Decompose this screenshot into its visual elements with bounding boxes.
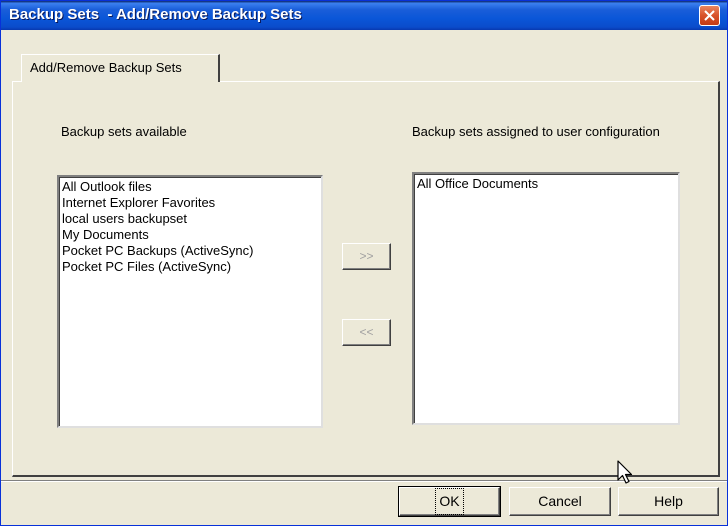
remove-button-label: <<	[359, 325, 374, 339]
cancel-button[interactable]: Cancel	[509, 487, 611, 516]
help-button-label: Help	[654, 493, 683, 509]
close-button[interactable]	[699, 5, 720, 26]
dialog-window: Backup Sets - Add/Remove Backup Sets Add…	[0, 0, 728, 526]
ok-button-label: OK	[435, 488, 464, 515]
list-item[interactable]: Pocket PC Files (ActiveSync)	[59, 259, 321, 275]
list-item[interactable]: My Documents	[59, 227, 321, 243]
list-item[interactable]: Internet Explorer Favorites	[59, 195, 321, 211]
ok-button[interactable]: OK	[398, 486, 501, 517]
list-item[interactable]: local users backupset	[59, 211, 321, 227]
list-item[interactable]: All Office Documents	[414, 176, 678, 192]
available-sets-label: Backup sets available	[61, 124, 187, 139]
title-bar[interactable]: Backup Sets - Add/Remove Backup Sets	[1, 1, 727, 30]
available-sets-list[interactable]: All Outlook files Internet Explorer Favor…	[57, 175, 323, 428]
tab-label: Add/Remove Backup Sets	[30, 60, 182, 75]
cancel-button-label: Cancel	[538, 493, 582, 509]
assigned-sets-label: Backup sets assigned to user configurati…	[412, 124, 660, 139]
window-title: Backup Sets - Add/Remove Backup Sets	[9, 6, 302, 23]
add-to-assigned-button[interactable]: >>	[342, 243, 391, 270]
help-button[interactable]: Help	[618, 487, 719, 516]
remove-from-assigned-button[interactable]: <<	[342, 319, 391, 346]
list-item[interactable]: All Outlook files	[59, 179, 321, 195]
close-icon	[704, 10, 715, 21]
add-button-label: >>	[359, 249, 374, 263]
list-item[interactable]: Pocket PC Backups (ActiveSync)	[59, 243, 321, 259]
tab-add-remove-backup-sets[interactable]: Add/Remove Backup Sets	[21, 54, 220, 82]
assigned-sets-list[interactable]: All Office Documents	[412, 172, 680, 425]
mouse-pointer-icon	[617, 460, 633, 484]
